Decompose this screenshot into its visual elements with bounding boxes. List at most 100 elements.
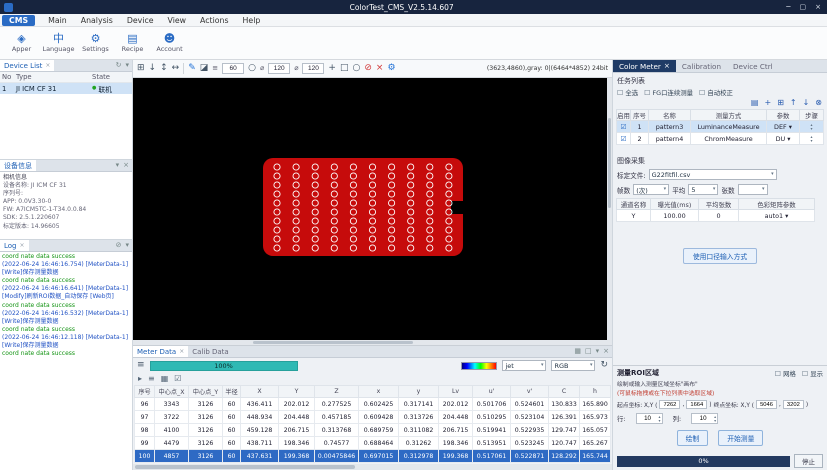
move-up-icon[interactable]: ↑ <box>790 99 797 107</box>
tab-device-info[interactable]: 设备信息 <box>0 160 36 171</box>
flip-vertical-icon[interactable]: ↕ <box>160 64 168 73</box>
table-row[interactable]: 994479312660438.711198.3460.745770.68846… <box>135 437 611 450</box>
pen-icon[interactable]: ✎ <box>188 64 196 73</box>
save-icon[interactable]: ▤ <box>751 99 759 107</box>
clear-log-icon[interactable]: ⊘ <box>116 242 122 249</box>
step-spinner[interactable]: ▴▾ <box>800 133 824 145</box>
grid-icon[interactable]: ▦ <box>574 348 581 355</box>
table-row[interactable]: 963343312660436.411202.0120.2775250.6024… <box>135 398 611 411</box>
add-roi-icon[interactable]: + <box>328 64 336 73</box>
circle-roi-icon[interactable]: ○ <box>352 64 360 73</box>
auto-calibrate-checkbox[interactable]: ☐ 自动校正 <box>699 88 733 97</box>
table-row[interactable]: 984100312660459.128206.7150.3137680.6897… <box>135 424 611 437</box>
ribbon-language-button[interactable]: 中 Language <box>40 33 77 53</box>
menu-help[interactable]: Help <box>243 16 261 25</box>
minimize-icon[interactable]: ─ <box>786 4 790 11</box>
continuous-measure-checkbox[interactable]: ☐ FG口连续测量 <box>644 88 693 97</box>
roi-width-input[interactable] <box>268 63 290 74</box>
checked-checkbox-icon[interactable]: ☑ <box>174 375 181 383</box>
move-down-icon[interactable]: ↓ <box>803 99 810 107</box>
start-measure-button[interactable]: 开始测量 <box>718 430 763 446</box>
stop-button[interactable]: 停止 <box>794 454 823 468</box>
list-icon[interactable]: ≡ <box>137 361 145 370</box>
list-icon[interactable]: ≡ <box>148 375 155 383</box>
close-panel-icon[interactable]: × <box>603 348 609 355</box>
start-x-input[interactable] <box>659 400 680 409</box>
end-y-input[interactable] <box>783 400 804 409</box>
close-icon[interactable]: × <box>815 4 821 11</box>
tab-calibration[interactable]: Calibration <box>676 60 727 72</box>
collapse-icon[interactable]: ▾ <box>116 162 120 169</box>
eraser-icon[interactable]: ◪ <box>200 64 209 73</box>
menu-view[interactable]: View <box>168 16 187 25</box>
forbid-roi-icon[interactable]: ⊘ <box>364 64 372 73</box>
task-row[interactable]: ☑ 1 pattern3 LuminanceMeasure DEF ▾ ▴▾ <box>617 121 824 133</box>
viewer-settings-icon[interactable]: ⚙ <box>387 64 395 73</box>
cms-app-button[interactable]: CMS <box>2 15 35 26</box>
close-panel-icon[interactable]: × <box>123 162 129 169</box>
draw-roi-button[interactable]: 绘制 <box>677 430 709 446</box>
rect-roi-icon[interactable]: □ <box>340 64 349 73</box>
exposure-row[interactable]: Y 100.00 0 auto1 ▾ <box>617 210 815 222</box>
delete-roi-icon[interactable]: × <box>376 64 384 73</box>
calib-file-select[interactable]: G22fitfil.csv ▾ <box>649 169 777 180</box>
checked-checkbox-icon[interactable]: ☑ <box>620 136 626 143</box>
matrix-select[interactable]: auto1 ▾ <box>739 210 815 222</box>
table-row[interactable]: 973722312660448.934204.4480.4571850.6094… <box>135 411 611 424</box>
trash-icon[interactable]: ⊗ <box>815 99 822 107</box>
close-tab-icon[interactable]: × <box>45 63 50 69</box>
tab-calib-data[interactable]: Calib Data <box>188 346 232 357</box>
flip-horizontal-icon[interactable]: ↔ <box>172 64 180 73</box>
colorspace-select[interactable]: RGB ▾ <box>551 360 595 371</box>
menu-main[interactable]: Main <box>48 16 67 25</box>
average-select[interactable]: 5 ▾ <box>688 184 718 195</box>
tab-device-ctrl[interactable]: Device Ctrl <box>727 60 779 72</box>
rows-input[interactable] <box>637 414 659 423</box>
menu-actions[interactable]: Actions <box>200 16 228 25</box>
ribbon-settings-button[interactable]: ⚙ Settings <box>77 33 114 53</box>
table-row[interactable]: 1004857312660437.631199.3680.004758460.6… <box>135 450 611 463</box>
tab-color-meter[interactable]: Color Meter × <box>613 60 676 72</box>
grid-icon[interactable]: ▦ <box>161 375 169 383</box>
maximize-icon[interactable]: ▢ <box>800 4 807 11</box>
param-select[interactable]: DEF ▾ <box>767 121 800 133</box>
param-select[interactable]: DU ▾ <box>767 133 800 145</box>
rows-stepper[interactable]: ▴▾ <box>636 413 663 424</box>
add-icon[interactable]: + <box>764 99 771 107</box>
count-select[interactable]: ▾ <box>738 184 768 195</box>
close-tab-icon[interactable]: × <box>179 349 184 355</box>
show-checkbox[interactable]: ☐ 显示 <box>802 369 823 378</box>
image-viewer-canvas[interactable] <box>133 78 612 345</box>
menu-device[interactable]: Device <box>127 16 154 25</box>
ribbon-apper-button[interactable]: ◈ Apper <box>3 33 40 53</box>
roi-height-input[interactable] <box>302 63 324 74</box>
colormap-select[interactable]: jet ▾ <box>502 360 546 371</box>
grid-checkbox[interactable]: ☐ 网格 <box>775 369 796 378</box>
end-x-input[interactable] <box>756 400 777 409</box>
close-tab-icon[interactable]: × <box>20 243 25 249</box>
close-tab-icon[interactable]: × <box>664 62 670 69</box>
pen-size-input[interactable] <box>222 63 244 74</box>
play-icon[interactable]: ▸ <box>138 375 142 383</box>
select-all-checkbox[interactable]: ☐ 全选 <box>617 88 638 97</box>
chevron-down-icon[interactable]: ▾ <box>596 348 600 355</box>
aperture-input-mode-button[interactable]: 使用口径输入方式 <box>683 248 757 264</box>
menu-analysis[interactable]: Analysis <box>81 16 113 25</box>
tab-log[interactable]: Log × <box>0 240 29 251</box>
chevron-down-icon[interactable]: ▾ <box>125 242 129 249</box>
step-spinner[interactable]: ▴▾ <box>800 121 824 133</box>
device-row[interactable]: 1 JI ICM CF 31 ● 联机 <box>0 83 132 94</box>
save-image-icon[interactable]: ↓ <box>149 64 157 73</box>
ribbon-recipe-button[interactable]: ▤ Recipe <box>114 33 151 53</box>
tab-meter-data[interactable]: Meter Data × <box>133 346 188 357</box>
chevron-down-icon[interactable]: ▾ <box>125 62 129 69</box>
dock-icon[interactable]: □ <box>585 348 592 355</box>
task-row[interactable]: ☑ 2 pattern4 ChromMeasure DU ▾ ▴▾ <box>617 133 824 145</box>
ribbon-account-button[interactable]: ☻ Account <box>151 33 188 53</box>
refresh-icon[interactable]: ↻ <box>116 62 122 69</box>
start-y-input[interactable] <box>686 400 707 409</box>
frame-select[interactable]: (次) ▾ <box>633 184 669 195</box>
cols-input[interactable] <box>692 414 714 423</box>
insert-icon[interactable]: ⊞ <box>777 99 784 107</box>
tab-device-list[interactable]: Device List × <box>0 60 54 71</box>
